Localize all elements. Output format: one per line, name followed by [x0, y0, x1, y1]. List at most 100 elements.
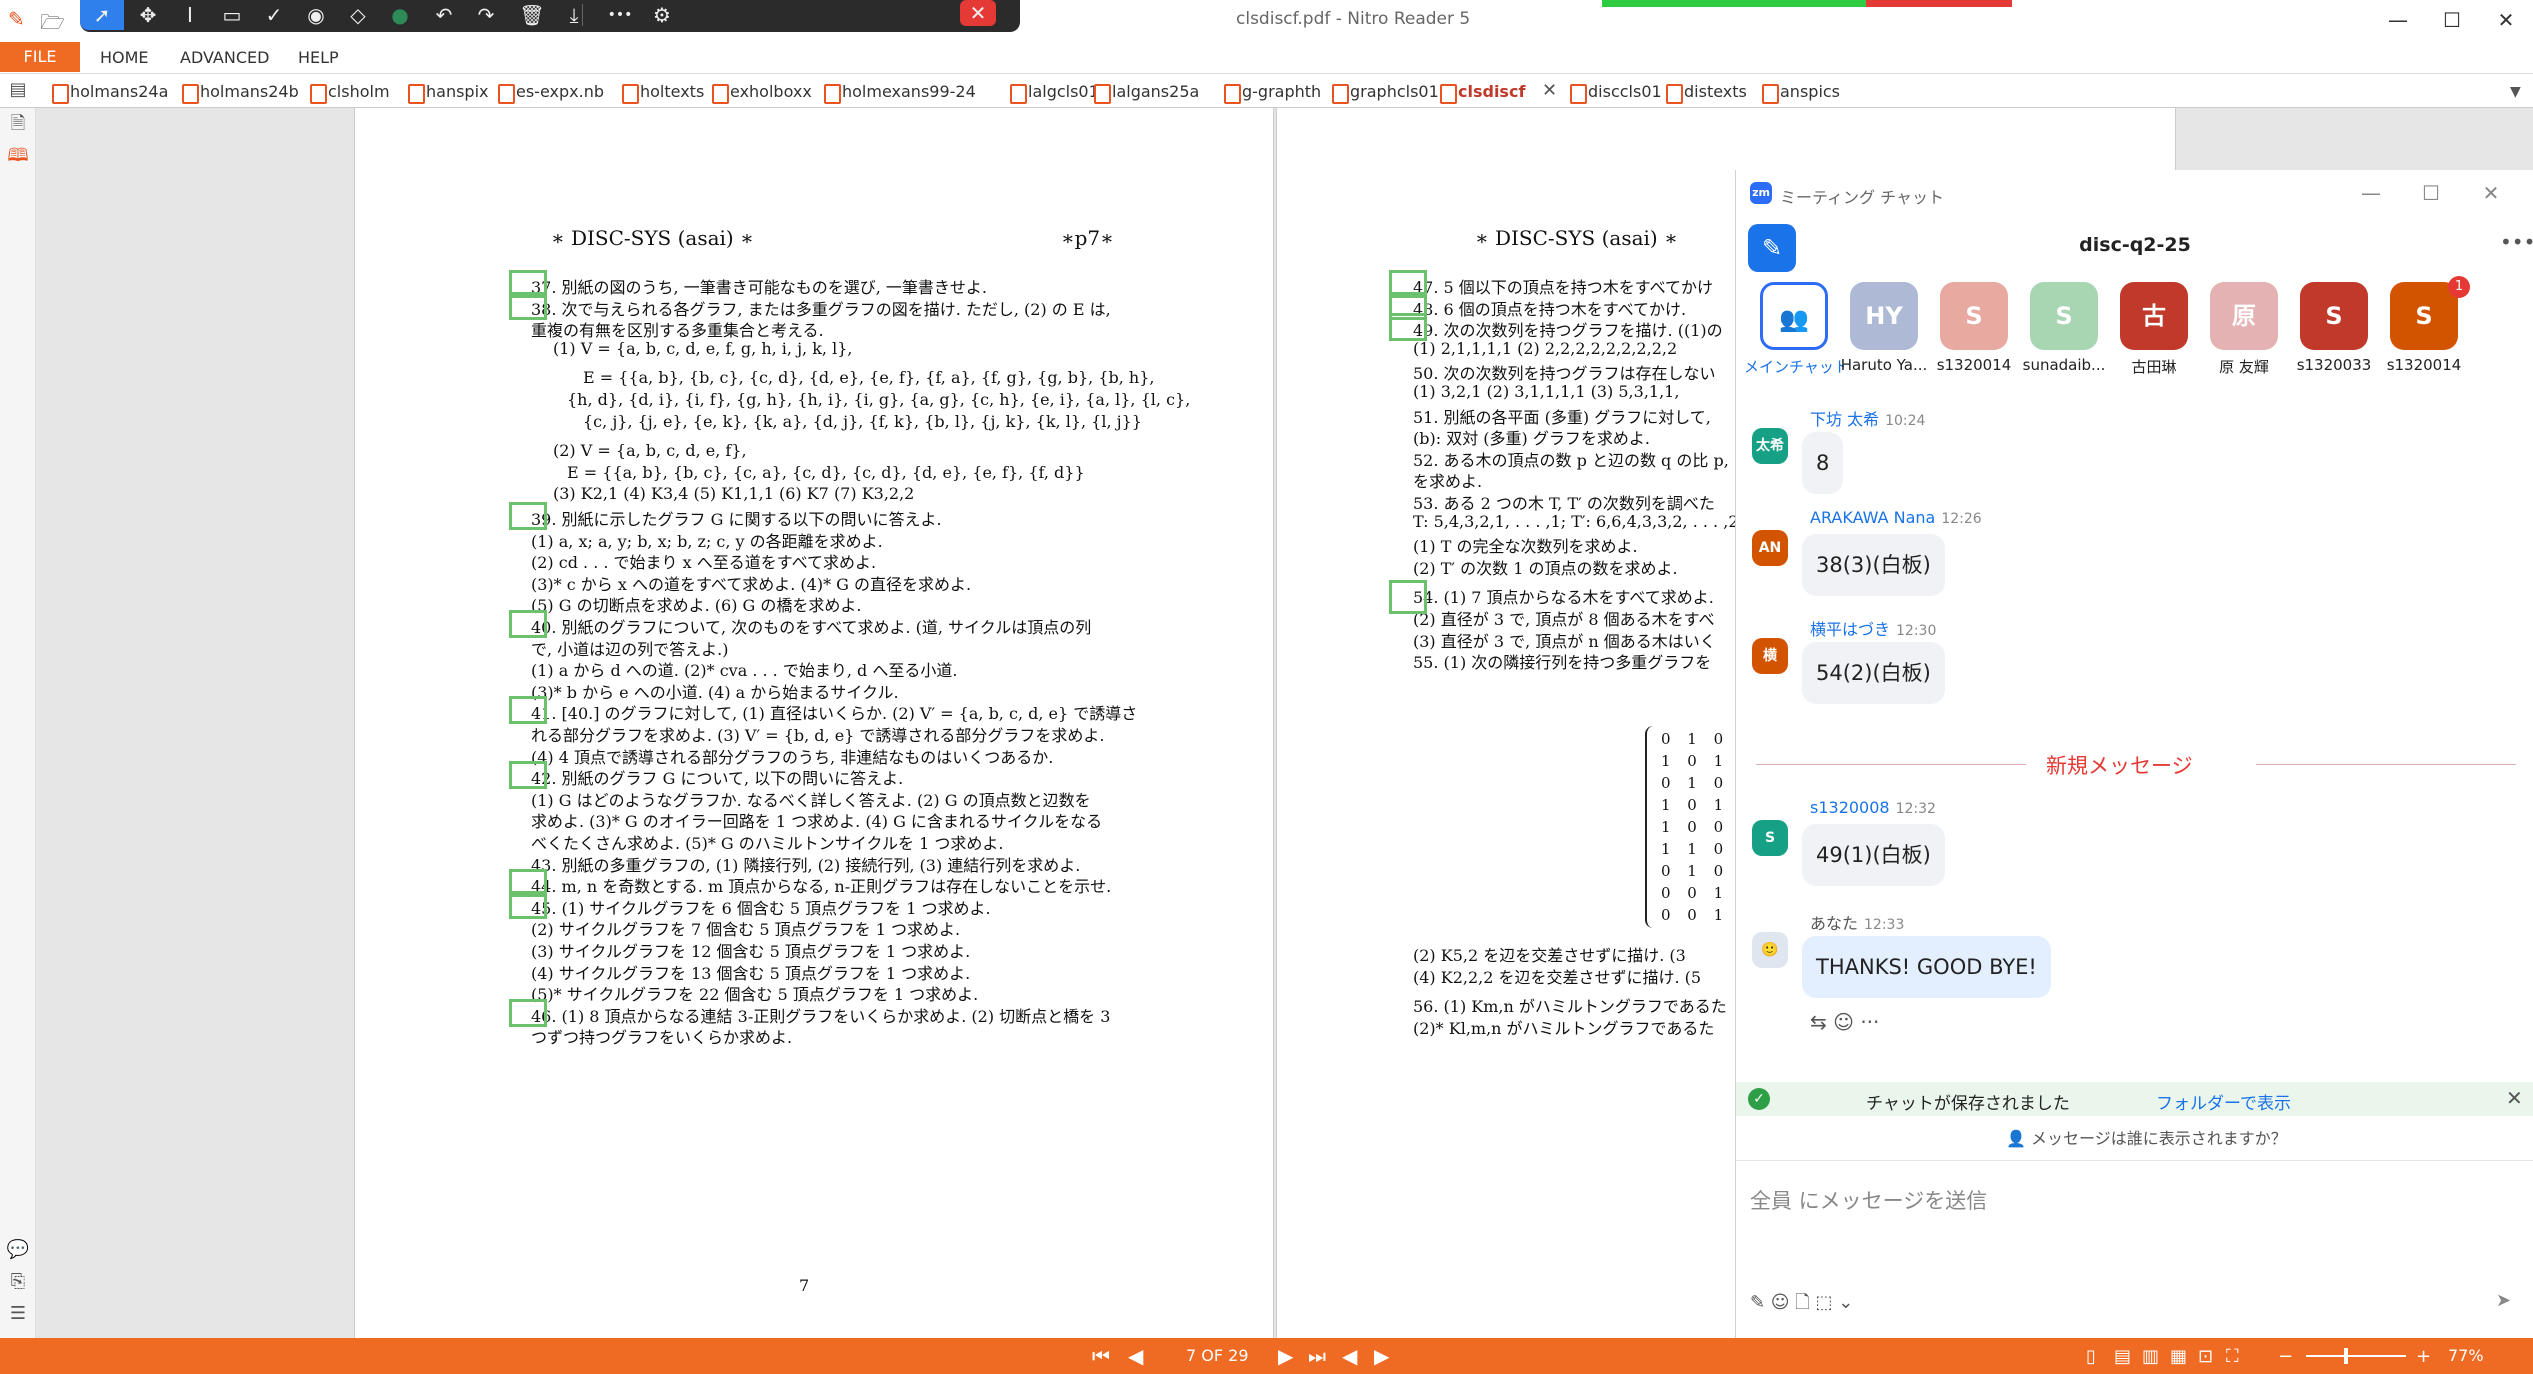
sender-avatar[interactable]: 太希 [1752, 428, 1788, 464]
pan-tool-icon[interactable]: ✥ [126, 0, 170, 30]
zoom-level[interactable]: 77% [2448, 1346, 2484, 1365]
undo-icon[interactable]: ↶ [422, 0, 466, 30]
sender-avatar[interactable]: S [1752, 820, 1788, 856]
tab-holtexts[interactable]: holtexts [618, 78, 704, 106]
page-icon[interactable]: ▤ [6, 78, 30, 102]
participant-avatar[interactable]: S [2300, 282, 2368, 350]
forward-view-icon[interactable]: ▶ [1374, 1344, 1389, 1368]
menu-file[interactable]: FILE [0, 42, 80, 72]
menu-help[interactable]: HELP [298, 48, 339, 67]
tab-holmans24b[interactable]: holmans24b [178, 78, 299, 106]
tab-anspics[interactable]: anspics [1758, 78, 1840, 106]
next-page-icon[interactable]: ▶ [1278, 1344, 1293, 1368]
stamp-icon[interactable]: ◉ [294, 0, 338, 30]
tab-clsholm[interactable]: clsholm [306, 78, 390, 106]
message-bubble[interactable]: 54(2)(白板) [1802, 642, 1945, 704]
tab-clsdiscf[interactable]: clsdiscf [1436, 78, 1525, 106]
attachments-panel-icon[interactable]: ⎘ [6, 1270, 30, 1294]
sender-name[interactable]: あなた 12:33 [1810, 910, 1904, 934]
tab-lalgcls01[interactable]: lalgcls01 [1006, 78, 1099, 106]
zoom-in-icon[interactable]: + [2416, 1346, 2431, 1367]
green-indicator-bar [1602, 0, 1866, 7]
sender-name[interactable]: s1320008 12:32 [1810, 798, 1936, 817]
tab-hanspix[interactable]: hanspix [404, 78, 489, 106]
menu-advanced[interactable]: ADVANCED [180, 48, 269, 67]
text-cursor-icon[interactable]: I [168, 0, 212, 30]
redo-icon[interactable]: ↷ [464, 0, 508, 30]
continuous-view-icon[interactable]: ▤ [2114, 1346, 2131, 1367]
layers-panel-icon[interactable]: ☰ [6, 1302, 30, 1326]
bookmarks-panel-icon[interactable]: 🕮 [6, 144, 30, 168]
rectangle-icon[interactable]: ▭ [210, 0, 254, 30]
participant-avatar[interactable]: HY [1850, 282, 1918, 350]
page-indicator[interactable]: 7 OF 29 [1186, 1346, 1249, 1365]
select-tool-icon[interactable]: ➚ [80, 0, 124, 30]
participant-avatar[interactable]: S [2390, 282, 2458, 350]
sender-name[interactable]: 横平はづき 12:30 [1810, 616, 1936, 640]
color-dot-icon[interactable]: ● [378, 0, 422, 30]
user-settings-icon[interactable]: ⚙ [640, 0, 684, 30]
tab-graphcls01[interactable]: graphcls01 [1328, 78, 1439, 106]
participant-avatar[interactable]: 👥 [1760, 282, 1828, 350]
checkmark-icon[interactable]: ✓ [252, 0, 296, 30]
eraser-icon[interactable]: ◇ [336, 0, 380, 30]
more-icon[interactable]: ••• [598, 0, 642, 30]
message-actions[interactable]: ⇆ ☺ ··· [1810, 1010, 1879, 1034]
close-banner-icon[interactable]: ✕ [2506, 1086, 2523, 1110]
tab-close-icon[interactable]: ✕ [1542, 82, 1557, 100]
show-in-folder-link[interactable]: フォルダーで表示 [2156, 1089, 2291, 1114]
fullscreen-view-icon[interactable]: ⛶ [2226, 1346, 2239, 1367]
participant-avatar[interactable]: S [2030, 282, 2098, 350]
tab-lalgans25a[interactable]: lalgans25a [1090, 78, 1199, 106]
message-bubble[interactable]: 8 [1802, 432, 1844, 494]
tab-g-graphth[interactable]: g-graphth [1220, 78, 1321, 106]
prev-page-icon[interactable]: ◀ [1128, 1344, 1143, 1368]
tab-distexts[interactable]: distexts [1662, 78, 1747, 106]
participant-avatar[interactable]: S [1940, 282, 2008, 350]
fit-view-icon[interactable]: ⊡ [2198, 1346, 2213, 1367]
sender-name[interactable]: 下坊 太希 10:24 [1810, 406, 1925, 430]
input-toolbar[interactable]: ✎ ☺ 🗋 ⬚ ⌄ [1750, 1290, 1853, 1320]
facing-continuous-view-icon[interactable]: ▦ [2170, 1346, 2187, 1367]
maximize-button[interactable]: ☐ [2432, 4, 2472, 36]
pages-panel-icon[interactable]: 🗎 [6, 112, 30, 136]
zoom-slider-knob[interactable] [2344, 1348, 2348, 1364]
zoom-maximize-button[interactable]: ☐ [2416, 178, 2446, 208]
comments-panel-icon[interactable]: 💬 [6, 1238, 30, 1262]
minimize-button[interactable]: — [2378, 4, 2418, 36]
zoom-slider[interactable] [2306, 1355, 2406, 1357]
tab-holmexans99-24[interactable]: holmexans99-24 [820, 78, 976, 106]
tab-overflow-icon[interactable]: ▼ [2510, 84, 2521, 100]
back-view-icon[interactable]: ◀ [1342, 1344, 1357, 1368]
more-options-icon[interactable]: ••• [2500, 230, 2533, 254]
zoom-out-icon[interactable]: − [2278, 1346, 2293, 1367]
message-bubble[interactable]: THANKS! GOOD BYE! [1802, 936, 2051, 998]
zoom-close-button[interactable]: ✕ [2476, 178, 2506, 208]
sender-avatar[interactable]: 横 [1752, 638, 1788, 674]
sender-avatar[interactable]: AN [1752, 530, 1788, 566]
close-window-button[interactable]: ✕ [2486, 4, 2526, 36]
menu-home[interactable]: HOME [100, 48, 149, 67]
message-bubble[interactable]: 49(1)(白板) [1802, 824, 1945, 886]
message-bubble[interactable]: 38(3)(白板) [1802, 534, 1945, 596]
download-icon[interactable]: ⤓ [552, 0, 596, 30]
first-page-icon[interactable]: ⏮ [1092, 1344, 1110, 1368]
tab-exholboxx[interactable]: exholboxx [708, 78, 812, 106]
sender-avatar[interactable]: 🙂 [1752, 932, 1788, 968]
last-page-icon[interactable]: ⏭ [1308, 1344, 1326, 1368]
single-page-view-icon[interactable]: ▯ [2086, 1346, 2096, 1367]
close-toolbar-icon[interactable]: ✕ [960, 0, 996, 26]
tab-holmans24a[interactable]: holmans24a [48, 78, 168, 106]
open-folder-icon[interactable]: 🗁 [40, 8, 65, 34]
participant-avatar[interactable]: 原 [2210, 282, 2278, 350]
tab-es-expx-nb[interactable]: es-expx.nb [494, 78, 604, 106]
send-icon[interactable]: ➤ [2496, 1290, 2511, 1311]
trash-icon[interactable]: 🗑 [510, 0, 554, 30]
participant-avatar[interactable]: 古 [2120, 282, 2188, 350]
zoom-minimize-button[interactable]: — [2356, 178, 2386, 208]
message-input[interactable]: 全員 にメッセージを送信 [1736, 1160, 2533, 1270]
who-can-see-link[interactable]: 👤 メッセージは誰に表示されますか？ [2006, 1125, 2287, 1149]
tab-disccls01[interactable]: disccls01 [1566, 78, 1662, 106]
facing-view-icon[interactable]: ▥ [2142, 1346, 2159, 1367]
sender-name[interactable]: ARAKAWA Nana 12:26 [1810, 508, 1982, 527]
